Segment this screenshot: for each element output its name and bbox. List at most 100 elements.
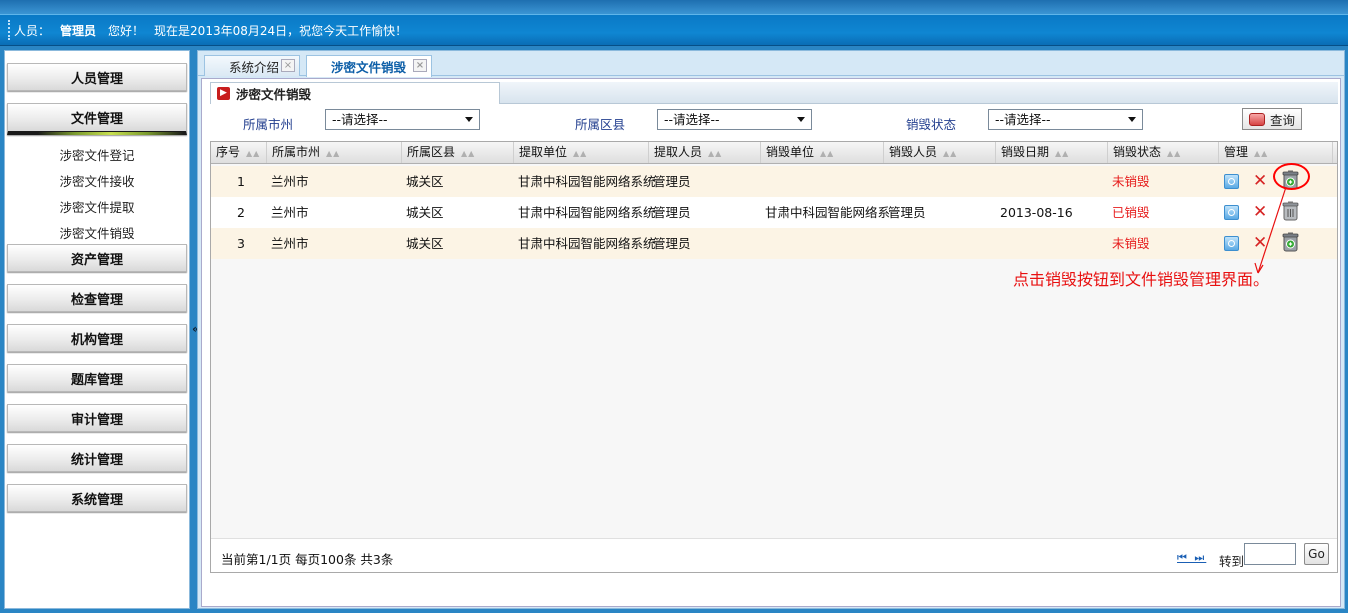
table-row[interactable]: 2 兰州市 城关区 甘肃中科园智能网络系统 管理员 甘肃中科园智能网络系 管理员… — [211, 197, 1337, 228]
row-destroy-state: 已销毁 — [1112, 205, 1150, 220]
sort-icon: ▲▲ — [708, 149, 723, 158]
destroy-status-select-value: --请选择-- — [995, 112, 1051, 127]
tab-file-destroy[interactable]: 涉密文件销毁 × — [306, 55, 432, 77]
row-city: 兰州市 — [271, 205, 309, 220]
sort-icon: ▲▲ — [573, 149, 588, 158]
column-header[interactable]: 销毁日期 ▲▲ — [996, 142, 1108, 163]
table-row[interactable]: 1 兰州市 城关区 甘肃中科园智能网络系统 管理员 未销毁 ✕ — [211, 166, 1337, 197]
top-banner — [0, 0, 1348, 14]
district-select[interactable]: --请选择-- — [657, 109, 812, 130]
row-district: 城关区 — [406, 174, 444, 189]
city-select[interactable]: --请选择-- — [325, 109, 480, 130]
row-number: 1 — [237, 174, 245, 189]
sort-icon: ▲▲ — [461, 149, 476, 158]
sort-icon: ▲▲ — [943, 149, 958, 158]
query-button[interactable]: 查询 — [1242, 108, 1302, 130]
tab-label: 系统介绍 — [229, 59, 280, 75]
chevron-down-icon — [797, 117, 805, 122]
tab-close-icon[interactable]: × — [413, 59, 427, 72]
annotation-text: 点击销毁按钮到文件销毁管理界面。 — [1013, 270, 1270, 289]
sidebar: 人员管理 文件管理 涉密文件登记 涉密文件接收 涉密文件提取 涉密文件销毁 资产… — [4, 50, 190, 609]
menu-system[interactable]: 系统管理 — [7, 484, 187, 512]
status-bar: 人员： 管理员 您好！ 现在是2013年08月24日，祝您今天工作愉快！ — [0, 14, 1348, 46]
menu-statistics[interactable]: 统计管理 — [7, 444, 187, 472]
table-row[interactable]: 3 兰州市 城关区 甘肃中科园智能网络系统 管理员 未销毁 ✕ — [211, 228, 1337, 259]
pagination-bar: 当前第1/1页 每页100条 共3条 ⏮ ⏭ 转到 Go — [211, 538, 1337, 572]
page-info: 当前第1/1页 每页100条 共3条 — [221, 552, 394, 567]
search-icon — [1248, 112, 1265, 126]
tab-system-intro[interactable]: 系统介绍 × — [204, 55, 300, 76]
destroy-status-select[interactable]: --请选择-- — [988, 109, 1143, 130]
column-header[interactable]: 提取人员 ▲▲ — [649, 142, 761, 163]
sort-icon: ▲▲ — [326, 149, 341, 158]
row-number: 2 — [237, 205, 245, 220]
dotted-separator — [8, 20, 10, 40]
section-header: ▶ 涉密文件销毁 — [210, 82, 500, 104]
arrow-right-icon: ▶ — [217, 87, 230, 100]
column-header[interactable]: 管理 ▲▲ — [1219, 142, 1333, 163]
tab-strip: 系统介绍 × 涉密文件销毁 × — [198, 51, 1344, 77]
first-last-page-icon[interactable]: ⏮ ⏭ — [1177, 551, 1206, 565]
column-header[interactable]: 销毁单位 ▲▲ — [761, 142, 884, 163]
menu-inspection[interactable]: 检查管理 — [7, 284, 187, 312]
sort-icon: ▲▲ — [246, 149, 261, 158]
row-city: 兰州市 — [271, 236, 309, 251]
greeting: 您好！ — [108, 23, 145, 38]
row-destroy-person: 管理员 — [888, 205, 926, 220]
chevron-down-icon — [465, 117, 473, 122]
menu-file-management[interactable]: 文件管理 — [7, 103, 187, 135]
content-area: ▶ 涉密文件销毁 所属市州 --请选择-- 所属区县 --请选择-- 销毁状态 … — [201, 78, 1341, 607]
submenu-file-receive[interactable]: 涉密文件接收 — [5, 171, 189, 190]
row-destroy-state: 未销毁 — [1112, 174, 1150, 189]
submenu-file-extract[interactable]: 涉密文件提取 — [5, 197, 189, 216]
section-header-bar — [500, 82, 1338, 104]
column-header[interactable]: 提取单位 ▲▲ — [514, 142, 649, 163]
row-city: 兰州市 — [271, 174, 309, 189]
table-header: 序号 ▲▲ 所属市州 ▲▲ 所属区县 ▲▲ 提取单位 ▲▲ 提取人员 ▲▲ 销毁单位 ▲▲ … — [211, 142, 1337, 164]
menu-organization[interactable]: 机构管理 — [7, 324, 187, 352]
user-name: 管理员 — [60, 23, 97, 38]
tab-label: 涉密文件销毁 — [331, 60, 407, 75]
main-panel: 系统介绍 × 涉密文件销毁 × ▶ 涉密文件销毁 所属市州 --请选择-- 所属… — [197, 50, 1345, 609]
sort-icon: ▲▲ — [1167, 149, 1182, 158]
destroy-status-filter-label: 销毁状态 — [906, 117, 957, 132]
row-extract-person: 管理员 — [653, 205, 691, 220]
column-header[interactable]: 所属市州 ▲▲ — [267, 142, 402, 163]
query-button-label: 查询 — [1269, 112, 1295, 128]
tab-close-icon[interactable]: × — [281, 59, 295, 72]
column-header[interactable]: 销毁人员 ▲▲ — [884, 142, 996, 163]
goto-label: 转到 — [1219, 554, 1245, 569]
sort-icon: ▲▲ — [820, 149, 835, 158]
menu-audit[interactable]: 审计管理 — [7, 404, 187, 432]
goto-page-input[interactable] — [1244, 543, 1296, 565]
sort-icon: ▲▲ — [1254, 149, 1269, 158]
view-icon[interactable] — [1224, 205, 1239, 220]
view-icon[interactable] — [1224, 236, 1239, 251]
row-destroy-state: 未销毁 — [1112, 236, 1150, 251]
row-extract-person: 管理员 — [653, 174, 691, 189]
menu-assets[interactable]: 资产管理 — [7, 244, 187, 272]
submenu-file-destroy[interactable]: 涉密文件销毁 — [5, 223, 189, 242]
section-title: 涉密文件销毁 — [236, 87, 312, 102]
go-button[interactable]: Go — [1304, 543, 1329, 565]
city-select-value: --请选择-- — [332, 112, 388, 127]
user-label: 人员： — [14, 23, 51, 38]
submenu-file-register[interactable]: 涉密文件登记 — [5, 145, 189, 164]
row-extract-unit: 甘肃中科园智能网络系统 — [518, 236, 656, 251]
sort-icon: ▲▲ — [1055, 149, 1070, 158]
column-header[interactable]: 所属区县 ▲▲ — [402, 142, 514, 163]
city-filter-label: 所属市州 — [243, 117, 294, 132]
column-header[interactable]: 销毁状态 ▲▲ — [1108, 142, 1219, 163]
chevron-down-icon — [1128, 117, 1136, 122]
date-message: 现在是2013年08月24日，祝您今天工作愉快！ — [154, 23, 408, 38]
row-number: 3 — [237, 236, 245, 251]
row-district: 城关区 — [406, 205, 444, 220]
row-extract-person: 管理员 — [653, 236, 691, 251]
row-destroy-date: 2013-08-16 — [1000, 205, 1073, 220]
row-destroy-unit: 甘肃中科园智能网络系 — [765, 205, 891, 220]
menu-personnel[interactable]: 人员管理 — [7, 63, 187, 91]
menu-question-bank[interactable]: 题库管理 — [7, 364, 187, 392]
view-icon[interactable] — [1224, 174, 1239, 189]
column-header[interactable]: 序号 ▲▲ — [211, 142, 267, 163]
row-district: 城关区 — [406, 236, 444, 251]
